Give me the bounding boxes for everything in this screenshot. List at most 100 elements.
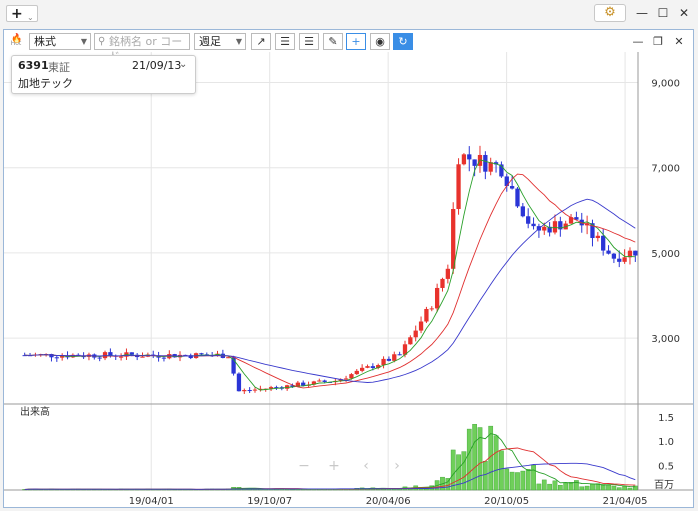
candle-body xyxy=(633,250,638,256)
candle-body xyxy=(54,357,59,359)
volume-bar xyxy=(627,487,633,491)
volume-bar xyxy=(584,485,590,491)
volume-unit-label: 百万 xyxy=(654,479,674,491)
candle-body xyxy=(343,378,349,380)
candle-body xyxy=(440,278,445,288)
candle-body xyxy=(140,356,145,358)
volume-bar xyxy=(557,484,563,491)
candle-body xyxy=(102,352,108,359)
symbol-code: 6391 xyxy=(18,59,49,72)
hot-icon[interactable]: Hot xyxy=(8,28,24,50)
scroll-left-button[interactable]: ‹ xyxy=(363,458,369,474)
add-tab-button[interactable]: + ⌄ xyxy=(6,5,38,22)
candle-body xyxy=(108,352,113,356)
market-select-value: 株式 xyxy=(34,35,56,48)
candle-body xyxy=(531,223,536,227)
symbol-info-card: 6391 東証 21/09/13 ⌄ 加地テック xyxy=(11,55,196,94)
candle-body xyxy=(370,366,375,368)
window-close-button[interactable]: ✕ xyxy=(676,5,692,21)
candle-body xyxy=(242,390,247,392)
candle-body xyxy=(118,356,124,358)
candle-body xyxy=(97,357,102,359)
volume-bar xyxy=(611,485,617,491)
price-tick-label: 7,000 xyxy=(651,164,680,175)
panel-restore-button[interactable]: ❐ xyxy=(651,35,665,49)
candle-body xyxy=(461,154,467,165)
candle-body xyxy=(434,287,440,309)
candle-body xyxy=(424,308,429,322)
volume-bar xyxy=(450,449,456,491)
volume-bar xyxy=(616,487,622,491)
candle-body xyxy=(611,253,617,259)
volume-bar xyxy=(520,470,526,491)
volume-bar xyxy=(499,450,504,491)
panel-minimize-button[interactable]: — xyxy=(631,35,645,49)
market-select[interactable]: 株式 ▼ xyxy=(29,33,91,50)
volume-tick-label: 1.5 xyxy=(658,413,674,424)
chevron-down-icon: ▼ xyxy=(235,37,242,46)
channel-tool-button[interactable]: ☰ xyxy=(299,33,319,50)
candle-body xyxy=(542,226,547,231)
candle-body xyxy=(322,380,327,382)
horizontal-line-tool-button[interactable]: ☰ xyxy=(275,33,295,50)
candle-body xyxy=(354,370,359,375)
candle-body xyxy=(413,330,418,338)
volume-bar xyxy=(563,482,569,491)
candle-body xyxy=(472,159,477,166)
volume-bar xyxy=(552,480,558,491)
candle-body xyxy=(247,390,252,392)
settings-button[interactable]: ⚙ xyxy=(594,4,626,22)
volume-bar xyxy=(606,484,611,491)
volume-bar xyxy=(482,460,488,491)
scroll-right-button[interactable]: › xyxy=(394,458,400,474)
symbol-search-input[interactable]: ⚲ 銘柄名 or コード xyxy=(94,33,190,63)
x-tick-label: 19/10/07 xyxy=(247,496,292,507)
refresh-icon: ↻ xyxy=(398,35,408,48)
symbol-name: 加地テック xyxy=(18,77,73,90)
candle-body xyxy=(488,162,493,172)
chevron-down-icon: ▼ xyxy=(80,37,87,46)
window-maximize-button[interactable]: ☐ xyxy=(655,5,671,21)
candle-body xyxy=(595,235,600,239)
candle-body xyxy=(386,358,392,361)
plus-icon: + xyxy=(11,6,23,22)
horizontal-lines-icon: ☰ xyxy=(280,35,290,48)
candle-body xyxy=(509,186,515,189)
panel-close-button[interactable]: ✕ xyxy=(672,35,686,49)
symbol-market: 東証 xyxy=(48,61,70,74)
chart-panel: Hot 株式 ▼ ⚲ 銘柄名 or コード 週足 ▼ ↗ ☰ ☰ ✎ + ◉ ↻… xyxy=(3,28,694,508)
candle-body xyxy=(526,216,531,224)
candle-body xyxy=(456,164,461,210)
window-titlebar: + ⌄ ⚙ — ☐ ✕ xyxy=(0,0,698,27)
candle-body xyxy=(483,154,488,172)
candle-body xyxy=(606,250,611,254)
candle-body xyxy=(451,209,456,269)
candlesticks xyxy=(22,145,638,394)
price-chart[interactable]: 19/04/01 19/10/07 20/04/06 20/10/05 21/04/05… xyxy=(4,52,693,507)
candle-body xyxy=(317,380,322,382)
candle-body xyxy=(622,257,627,262)
price-ma-long xyxy=(24,198,636,383)
period-select[interactable]: 週足 ▼ xyxy=(194,33,246,50)
volume-bar xyxy=(477,427,483,491)
candle-body xyxy=(252,389,258,391)
candle-body xyxy=(515,188,520,207)
pencil-icon: ✎ xyxy=(328,35,338,48)
candle-body xyxy=(552,221,558,233)
candle-body xyxy=(429,308,434,310)
draw-tool-button[interactable]: ✎ xyxy=(323,33,343,50)
volume-bar xyxy=(541,479,547,491)
zoom-in-button[interactable]: + xyxy=(328,458,340,474)
crosshair-tool-button[interactable]: + xyxy=(346,33,366,50)
candle-body xyxy=(418,321,424,331)
trendline-tool-button[interactable]: ↗ xyxy=(251,33,271,50)
volume-bar xyxy=(579,486,585,491)
window-minimize-button[interactable]: — xyxy=(634,5,650,21)
period-select-value: 週足 xyxy=(199,35,221,48)
x-tick-label: 20/10/05 xyxy=(484,496,529,507)
chevron-down-icon[interactable]: ⌄ xyxy=(179,59,187,70)
zoom-out-button[interactable]: − xyxy=(298,458,310,474)
screenshot-button[interactable]: ◉ xyxy=(370,33,390,50)
refresh-button[interactable]: ↻ xyxy=(393,33,413,50)
volume-bar xyxy=(525,469,531,491)
